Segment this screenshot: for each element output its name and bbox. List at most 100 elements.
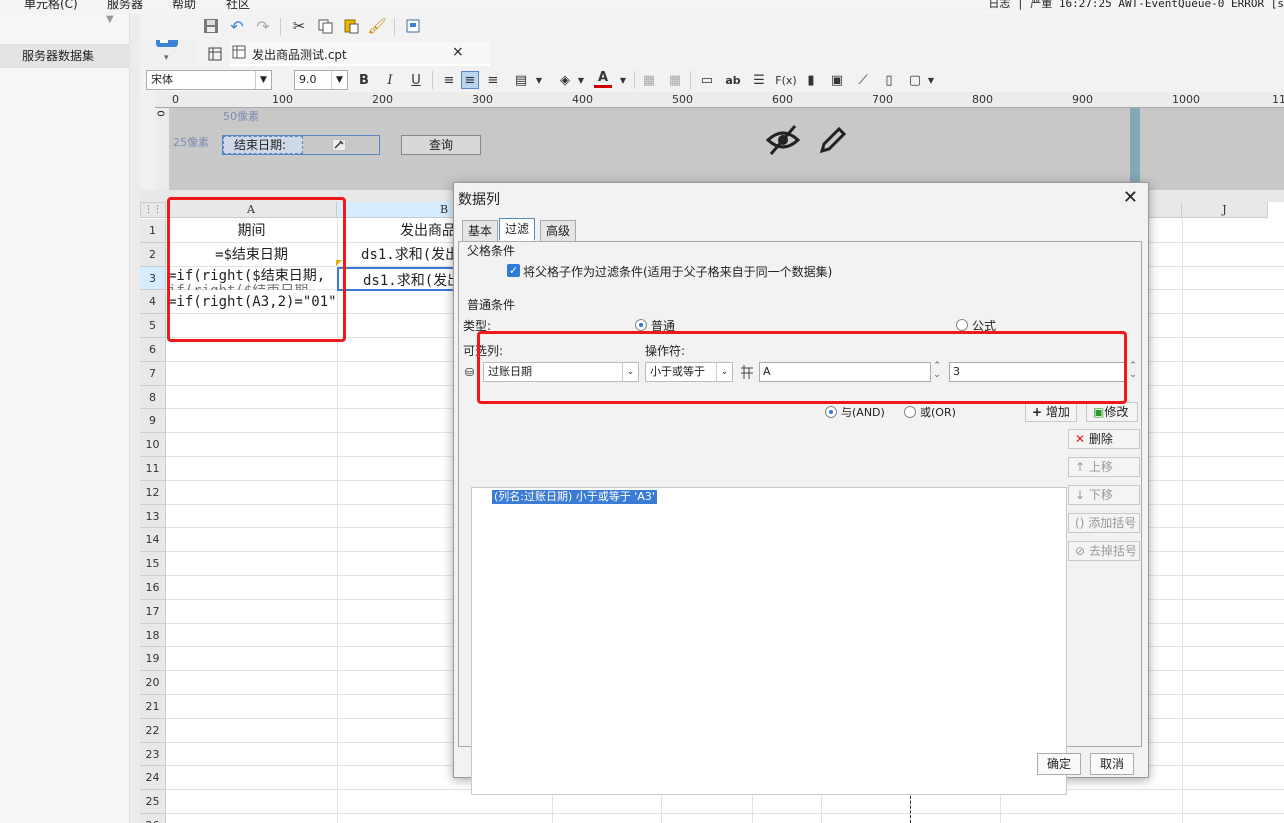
- row-header[interactable]: 8: [140, 385, 166, 410]
- menu-server[interactable]: 服务器: [107, 0, 143, 12]
- add-button[interactable]: + 增加: [1025, 402, 1077, 422]
- bold-button[interactable]: B: [355, 71, 373, 89]
- format-painter-icon[interactable]: 🖌: [367, 17, 386, 35]
- chevron-down-icon[interactable]: ▼: [614, 71, 632, 89]
- redo-icon[interactable]: ↷: [254, 17, 272, 36]
- pencil-icon[interactable]: [817, 124, 849, 159]
- row-header[interactable]: 6: [140, 338, 166, 362]
- sub-report-icon[interactable]: ▯: [880, 71, 898, 89]
- tab-basic[interactable]: 基本: [462, 220, 499, 241]
- condition-list[interactable]: (列名:过账日期) 小于或等于 'A3': [471, 487, 1067, 795]
- remove-bracket-button[interactable]: ⊘ 去掉括号: [1068, 541, 1140, 561]
- row-header[interactable]: 22: [140, 718, 166, 743]
- delete-button[interactable]: ✕ 删除: [1068, 429, 1140, 449]
- preview-icon[interactable]: [404, 17, 422, 35]
- condition-item[interactable]: (列名:过账日期) 小于或等于 'A3': [492, 490, 657, 504]
- row-header[interactable]: 12: [140, 480, 166, 505]
- formula-icon[interactable]: F(x): [774, 71, 798, 89]
- align-right-icon[interactable]: ≡: [484, 71, 502, 89]
- copy-icon[interactable]: [316, 17, 334, 35]
- row-header[interactable]: 26: [140, 814, 166, 823]
- vertical-align-icon[interactable]: ▤: [512, 71, 530, 89]
- file-tab-row: 发出商品测试.cpt ×: [196, 40, 1284, 68]
- type-formula-radio[interactable]: [956, 319, 968, 331]
- row-header[interactable]: 19: [140, 647, 166, 672]
- chevron-down-icon[interactable]: ▼: [572, 71, 590, 89]
- row-header[interactable]: 25: [140, 790, 166, 814]
- end-date-label[interactable]: 结束日期:: [223, 136, 303, 154]
- row-header[interactable]: 24: [140, 766, 166, 791]
- value-spinner-2[interactable]: ⌃ ⌄: [1127, 362, 1139, 382]
- file-tab[interactable]: 发出商品测试.cpt ×: [230, 42, 490, 66]
- grid-icon[interactable]: [206, 45, 224, 63]
- save-icon[interactable]: [202, 17, 220, 35]
- row-header[interactable]: 18: [140, 623, 166, 648]
- paragraph-icon[interactable]: ☰: [750, 71, 768, 89]
- row-header[interactable]: 20: [140, 671, 166, 695]
- row-header[interactable]: 17: [140, 599, 166, 624]
- row-header[interactable]: 7: [140, 361, 166, 386]
- server-dataset-item[interactable]: 服务器数据集: [0, 44, 130, 68]
- and-radio[interactable]: [825, 406, 837, 418]
- font-color-icon[interactable]: A: [594, 70, 612, 88]
- row-header[interactable]: 23: [140, 742, 166, 767]
- chevron-down-icon[interactable]: ▼: [530, 71, 548, 89]
- parent-filter-checkbox[interactable]: ✓: [507, 264, 520, 277]
- font-size-select[interactable]: 9.0 ▼: [294, 70, 348, 90]
- move-up-button[interactable]: ↑ 上移: [1068, 457, 1140, 477]
- cancel-button[interactable]: 取消: [1090, 753, 1134, 775]
- collapse-icon[interactable]: ▼: [106, 14, 114, 25]
- query-button[interactable]: 查询: [401, 135, 481, 155]
- text-icon[interactable]: ab: [724, 71, 742, 89]
- row-header[interactable]: 2: [140, 242, 166, 267]
- add-bracket-button[interactable]: () 添加括号: [1068, 513, 1140, 533]
- wrench-icon[interactable]: [331, 138, 347, 154]
- underline-button[interactable]: U: [407, 71, 425, 89]
- row-header[interactable]: 14: [140, 528, 166, 553]
- or-radio[interactable]: [904, 406, 916, 418]
- slash-icon[interactable]: ⟋: [854, 71, 872, 89]
- pane-scroll-indicator[interactable]: [1130, 108, 1140, 190]
- move-down-button[interactable]: ↓ 下移: [1068, 485, 1140, 505]
- font-family-select[interactable]: 宋体 ▼: [146, 70, 272, 90]
- type-normal-radio[interactable]: [635, 319, 647, 331]
- tab-advanced[interactable]: 高级: [540, 220, 577, 241]
- close-icon[interactable]: ✕: [1123, 187, 1138, 208]
- row-header[interactable]: 10: [140, 433, 166, 457]
- cut-icon[interactable]: ✂: [290, 17, 308, 35]
- split-cells-icon[interactable]: ▦: [666, 71, 684, 89]
- column-header-j[interactable]: J: [1182, 202, 1268, 218]
- modify-button[interactable]: ▣修改: [1086, 402, 1138, 422]
- text-field-icon[interactable]: ▭: [698, 71, 716, 89]
- italic-button[interactable]: I: [381, 71, 399, 89]
- row-header[interactable]: 1: [140, 219, 166, 243]
- row-header[interactable]: 5: [140, 314, 166, 338]
- row-header[interactable]: 9: [140, 409, 166, 434]
- row-header[interactable]: 13: [140, 504, 166, 529]
- ok-button[interactable]: 确定: [1037, 753, 1081, 775]
- menu-community[interactable]: 社区: [226, 0, 250, 12]
- main-toolbar: ↶ ↷ ✂ 🖌: [140, 14, 1284, 40]
- row-header[interactable]: 15: [140, 552, 166, 576]
- align-left-icon[interactable]: ≡: [440, 71, 458, 89]
- tab-filter[interactable]: 过滤: [499, 218, 536, 241]
- row-header[interactable]: 3: [140, 266, 166, 291]
- row-header[interactable]: 21: [140, 695, 166, 719]
- close-tab-icon[interactable]: ×: [452, 44, 464, 60]
- align-center-icon[interactable]: ≡: [461, 71, 479, 89]
- select-all-corner[interactable]: ⋮⋮: [140, 202, 166, 218]
- row-header[interactable]: 11: [140, 457, 166, 481]
- row-header[interactable]: 16: [140, 576, 166, 600]
- merge-cells-icon[interactable]: ▦: [640, 71, 658, 89]
- chart-icon[interactable]: ▮: [802, 71, 820, 89]
- size-hint-50: 50像素: [223, 110, 259, 123]
- undo-icon[interactable]: ↶: [228, 17, 246, 36]
- eye-off-icon[interactable]: [765, 122, 801, 161]
- image-icon[interactable]: ▣: [828, 71, 846, 89]
- chevron-down-icon[interactable]: ▼: [922, 71, 940, 89]
- row-header[interactable]: 4: [140, 290, 166, 315]
- panel-splitter[interactable]: [130, 14, 140, 823]
- paste-icon[interactable]: [342, 17, 360, 35]
- menu-help[interactable]: 帮助: [172, 0, 196, 12]
- menu-cell[interactable]: 单元格(C): [24, 0, 78, 12]
